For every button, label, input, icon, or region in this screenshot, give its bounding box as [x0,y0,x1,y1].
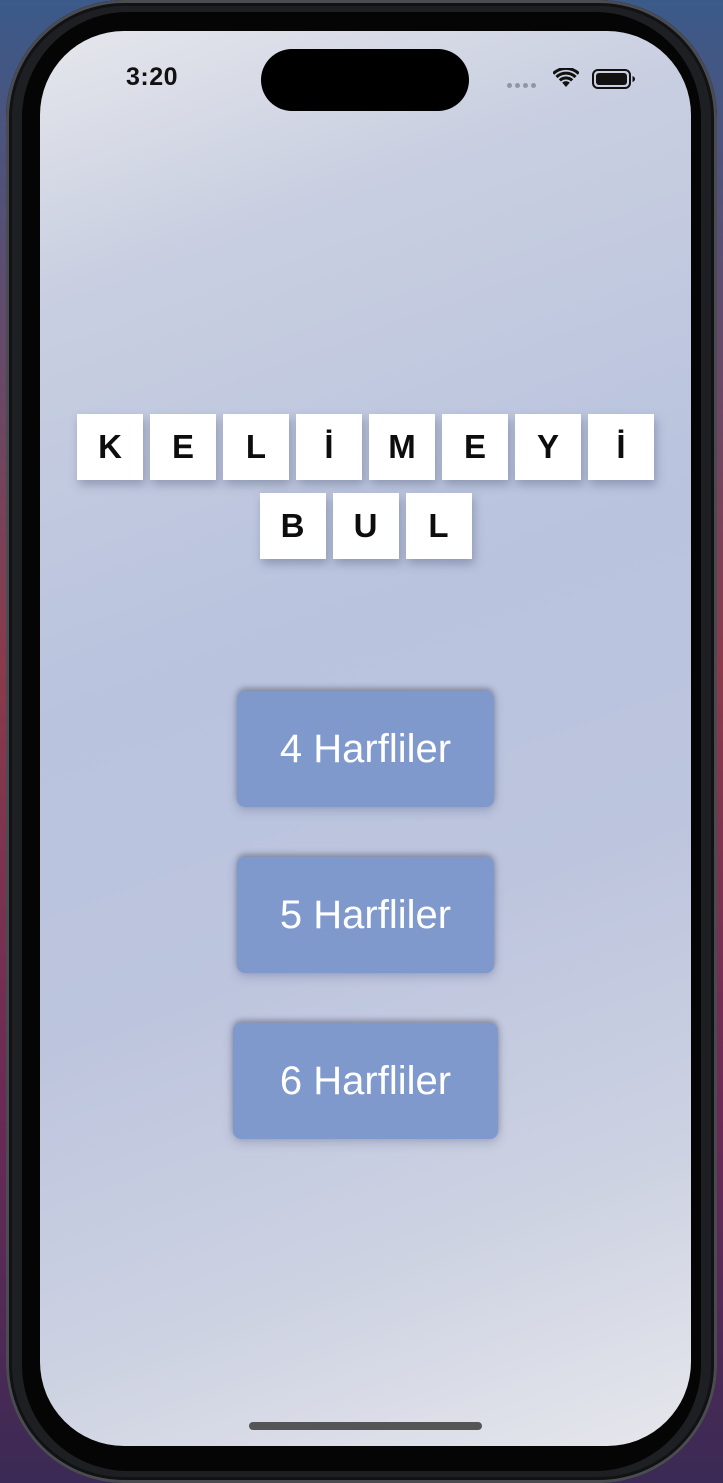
letter-tile: B [259,493,326,559]
four-letter-button[interactable]: 4 Harfliler [237,691,494,807]
status-time: 3:20 [126,63,179,91]
letter-tile: L [223,414,289,480]
cellular-dots-icon [507,83,536,88]
letter-tile: K [77,414,143,480]
battery-icon [592,69,635,89]
letter-tile: M [369,414,435,480]
wifi-icon [553,68,579,87]
letter-tile: E [150,414,216,480]
home-indicator[interactable] [249,1422,482,1430]
letter-tile: İ [296,414,362,480]
letter-tile: E [442,414,508,480]
six-letter-button[interactable]: 6 Harfliler [233,1023,498,1139]
letter-tile: İ [588,414,654,480]
letter-tile: L [405,493,472,559]
letter-tile: U [332,493,399,559]
title-row-2: B U L [40,493,691,559]
app-screen: 3:20 K E L İ M E Y İ B U L 4 Harfliler 5… [40,31,691,1446]
game-title: K E L İ M E Y İ B U L [40,414,691,572]
letter-tile: Y [515,414,581,480]
title-row-1: K E L İ M E Y İ [40,414,691,480]
five-letter-button[interactable]: 5 Harfliler [237,857,494,973]
dynamic-island [261,49,469,111]
